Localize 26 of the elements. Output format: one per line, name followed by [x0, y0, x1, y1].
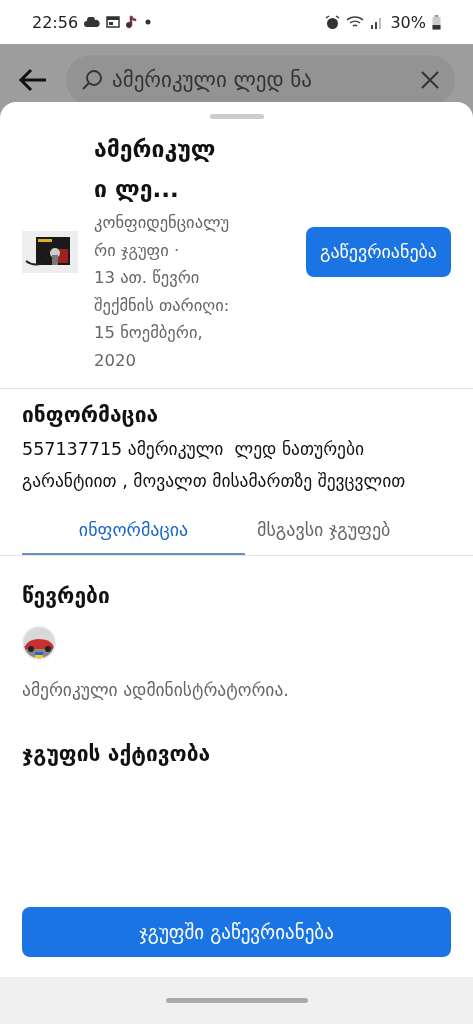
admin-note: ამერიკული ადმინისტრატორია. — [22, 680, 290, 700]
group-privacy: კონფიდენციალური ჯგუფი · — [94, 212, 231, 262]
section-heading: წევრები — [22, 584, 111, 608]
tab[interactable]: ინფორმაცია — [22, 505, 245, 555]
alarm-icon — [325, 14, 341, 30]
section-heading: ინფორმაცია — [22, 403, 160, 427]
group-name: ამერიკული ლე... — [94, 135, 217, 204]
cloud-icon — [84, 17, 101, 27]
group-description: 557137715 ამერიკული ლედ ნათურები გარანტიით , მოვალთ მისამართზე შევცვლით — [22, 438, 407, 493]
drag-handle[interactable] — [209, 114, 264, 119]
wifi-icon — [346, 15, 365, 29]
join-group-button[interactable]: ჯგუფში გაწევრიანება — [22, 907, 451, 957]
battery-icon — [432, 14, 441, 30]
back-arrow-icon[interactable] — [18, 68, 48, 92]
dot-icon — [144, 18, 153, 26]
section-heading: ჯგუფის აქტივობა — [22, 742, 212, 766]
group-details: 13 ათ. წევრი შექმნის თარიღი: 15 ნოემბერი, 2020 — [94, 267, 231, 372]
close-icon[interactable] — [421, 71, 439, 89]
clock: 22:56 — [32, 12, 79, 32]
search-field[interactable]: ამერიკული ლედ ნა — [66, 55, 455, 105]
join-button[interactable]: გაწევრიანება — [305, 226, 451, 277]
battery-level: 30% — [390, 12, 426, 32]
search-icon — [82, 69, 104, 91]
music-note-icon — [126, 14, 139, 30]
tab[interactable]: მსგავსი ჯგუფებ — [257, 505, 391, 555]
calendar-icon — [106, 16, 121, 28]
